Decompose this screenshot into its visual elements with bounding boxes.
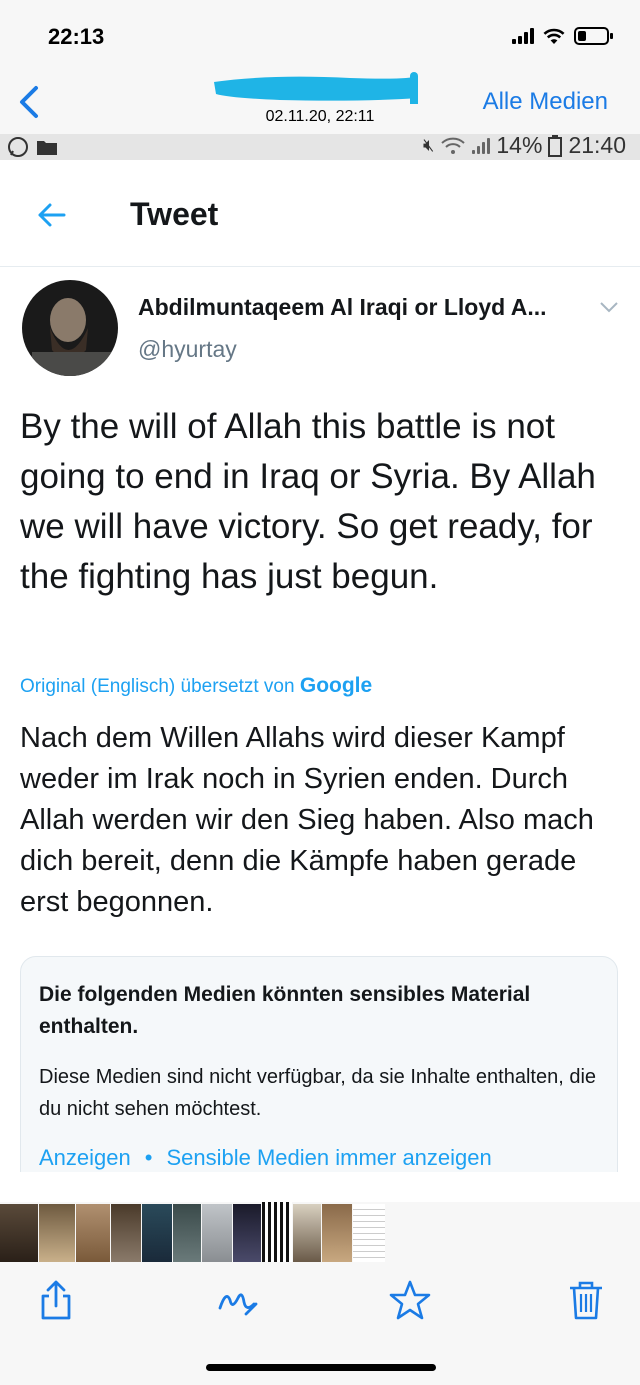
- android-time: 21:40: [568, 134, 626, 158]
- status-icons: [512, 26, 614, 46]
- trash-icon[interactable]: [566, 1278, 606, 1322]
- share-icon[interactable]: [36, 1278, 76, 1322]
- author-handle[interactable]: @hyurtay: [138, 336, 237, 363]
- author-name[interactable]: Abdilmuntaqeem Al Iraqi or Lloyd A...: [138, 294, 547, 321]
- cellular-signal-icon: [512, 28, 534, 44]
- sensitive-links: Anzeigen • Sensible Medien immer anzeigen: [39, 1145, 492, 1171]
- tweet-header: Tweet: [0, 160, 640, 267]
- thumbnail[interactable]: [0, 1204, 38, 1262]
- thumbnail[interactable]: [322, 1204, 352, 1262]
- tweet-title: Tweet: [130, 196, 219, 232]
- thumbnail[interactable]: [173, 1204, 201, 1262]
- photo-date: 02.11.20, 22:11: [265, 108, 375, 125]
- thumbnail[interactable]: [293, 1204, 321, 1262]
- thumbnail[interactable]: [76, 1204, 110, 1262]
- markup-icon[interactable]: [216, 1278, 260, 1322]
- thumbnail[interactable]: [202, 1204, 232, 1262]
- home-indicator: [206, 1364, 436, 1371]
- avatar: [22, 280, 118, 376]
- sensitive-media-warning: Die folgenden Medien könnten sensibles M…: [20, 956, 618, 1202]
- tweet-text: By the will of Allah this battle is not …: [20, 407, 596, 596]
- wifi-icon: [441, 137, 466, 154]
- mute-icon: 🔇︎: [423, 135, 435, 155]
- thumbnail[interactable]: [142, 1204, 172, 1262]
- photo-content: 🔇︎ 14% 21:40 Tweet Abdilmuntaqeem Al Ira…: [0, 134, 640, 1202]
- android-status-bar: 🔇︎ 14% 21:40: [0, 134, 640, 160]
- all-media-button[interactable]: Alle Medien: [483, 88, 608, 116]
- sensitive-title: Die folgenden Medien könnten sensibles M…: [39, 983, 531, 1038]
- chevron-down-icon[interactable]: [598, 300, 620, 314]
- translation-label: Original (Englisch) übersetzt von: [20, 676, 295, 697]
- sensitive-body: Diese Medien sind nicht verfügbar, da si…: [39, 1066, 597, 1120]
- wifi-icon: [543, 28, 565, 44]
- thumbnail[interactable]: [39, 1204, 75, 1262]
- back-chevron-icon[interactable]: [14, 82, 48, 122]
- arrow-left-icon[interactable]: [34, 198, 68, 232]
- always-show-sensitive-link[interactable]: Sensible Medien immer anzeigen: [166, 1145, 491, 1170]
- separator-dot: •: [144, 1145, 153, 1170]
- thumbnail[interactable]: [111, 1204, 141, 1262]
- folder-icon: [37, 141, 57, 155]
- thumbnail-selected[interactable]: [262, 1202, 292, 1264]
- thumbnail[interactable]: [233, 1204, 261, 1262]
- android-battery-text: 14%: [496, 134, 543, 158]
- battery-icon: [548, 134, 563, 157]
- translated-text: Nach dem Willen Allahs wird dieser Kampf…: [20, 722, 594, 918]
- thumbnail-strip[interactable]: [0, 1202, 640, 1264]
- battery-icon: [574, 27, 613, 45]
- google-logo-text: Google: [299, 674, 373, 697]
- cellular-signal-icon: [472, 137, 491, 154]
- thumbnail[interactable]: [353, 1204, 385, 1262]
- whatsapp-icon: [8, 137, 28, 157]
- screenshot-bottom-edge: [0, 1172, 640, 1202]
- show-media-link[interactable]: Anzeigen: [39, 1145, 131, 1170]
- translation-note: Original (Englisch) übersetzt von Google: [20, 674, 372, 698]
- status-time: 22:13: [48, 24, 105, 49]
- favorite-icon[interactable]: [388, 1278, 432, 1322]
- redaction-mark: [214, 72, 418, 104]
